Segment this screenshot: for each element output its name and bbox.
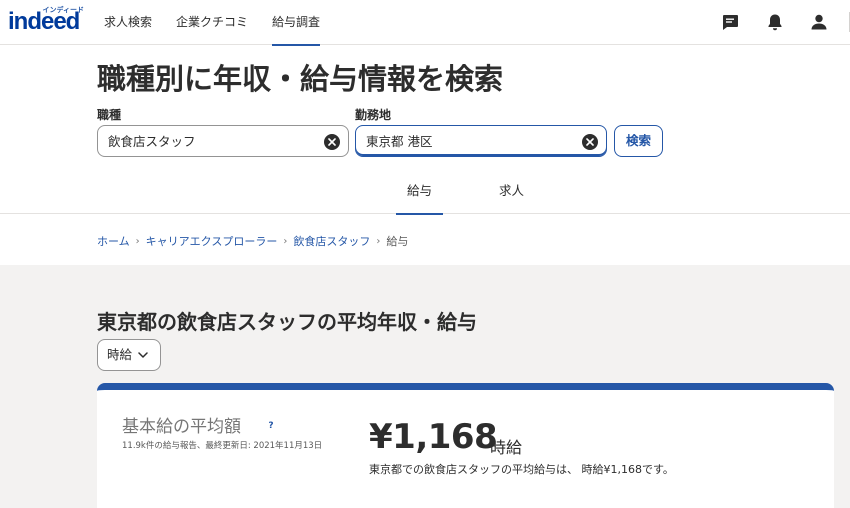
salary-card: 基本給の平均額 ? 11.9k件の給与報告、最終更新日: 2021年11月13日… xyxy=(97,383,834,508)
clear-location-button[interactable] xyxy=(582,134,598,150)
breadcrumb: ホーム › キャリアエクスプローラー › 飲食店スタッフ › 給与 xyxy=(97,233,408,249)
tab-jobs[interactable]: 求人 xyxy=(488,170,535,214)
nav-job-search[interactable]: 求人検索 xyxy=(104,0,152,45)
chevron-right-icon: › xyxy=(283,235,288,247)
breadcrumb-career-explorer[interactable]: キャリアエクスプローラー xyxy=(146,233,278,249)
salary-amount: ¥1,168 xyxy=(369,417,498,457)
search-button[interactable]: 検索 xyxy=(614,125,663,157)
chevron-down-icon xyxy=(138,352,148,358)
close-icon xyxy=(586,138,594,146)
help-icon[interactable]: ? xyxy=(265,420,277,432)
chevron-right-icon: › xyxy=(376,235,381,247)
location-input[interactable]: 東京都 港区 xyxy=(355,125,607,157)
salary-report-meta: 11.9k件の給与報告、最終更新日: 2021年11月13日 xyxy=(122,441,323,451)
job-label: 職種 xyxy=(97,108,122,122)
tabs-bar: 給与 求人 xyxy=(0,170,850,215)
job-input[interactable]: 飲食店スタッフ xyxy=(97,125,349,157)
close-icon xyxy=(328,138,336,146)
salary-summary: 東京都での飲食店スタッフの平均給与は、 時給¥1,168です。 xyxy=(369,463,674,476)
location-label: 勤務地 xyxy=(355,108,392,122)
nav-company-reviews[interactable]: 企業クチコミ xyxy=(176,0,248,45)
breadcrumb-home[interactable]: ホーム xyxy=(97,233,130,249)
period-select-value: 時給 xyxy=(107,347,133,362)
breadcrumb-job[interactable]: 飲食店スタッフ xyxy=(293,233,370,249)
top-header: indeed インディード 求人検索 企業クチコミ 給与調査 xyxy=(0,0,850,46)
chevron-right-icon: › xyxy=(135,235,140,247)
clear-job-button[interactable] xyxy=(324,134,340,150)
card-title: 基本給の平均額 xyxy=(122,417,241,437)
logo-kana: インディード xyxy=(42,6,84,14)
page-title: 職種別に年収・給与情報を検索 xyxy=(97,62,504,96)
tab-salary[interactable]: 給与 xyxy=(396,170,443,215)
user-icon[interactable] xyxy=(809,12,829,32)
indeed-logo[interactable]: indeed インディード xyxy=(8,6,88,34)
job-input-value: 飲食店スタッフ xyxy=(108,134,196,149)
message-icon[interactable] xyxy=(720,12,740,32)
bell-icon[interactable] xyxy=(765,12,785,32)
period-select[interactable]: 時給 xyxy=(97,339,161,371)
breadcrumb-current: 給与 xyxy=(386,235,409,248)
salary-section-title: 東京都の飲食店スタッフの平均年収・給与 xyxy=(97,310,477,334)
salary-unit: 時給 xyxy=(490,438,523,457)
main-nav: 求人検索 企業クチコミ 給与調査 xyxy=(104,0,344,46)
nav-salary-survey[interactable]: 給与調査 xyxy=(272,0,321,46)
location-input-value: 東京都 港区 xyxy=(366,134,433,149)
